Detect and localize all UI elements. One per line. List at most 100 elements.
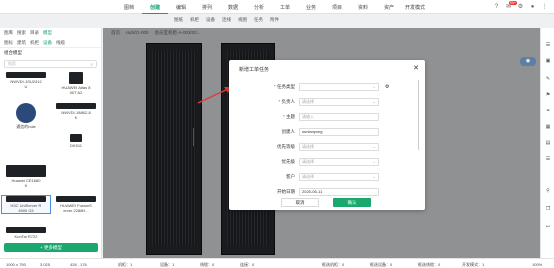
model-item[interactable]: Huawei CE1680 K [2, 165, 50, 188]
chevron-down-icon: ⌄ [372, 159, 376, 164]
gear-icon[interactable]: ⚙ [385, 84, 389, 90]
toolbar: 图纸 机柜 设备 连线 视图 任务 附件 [174, 14, 279, 25]
model-item[interactable]: NWVDI-18862-8 K [52, 103, 100, 120]
toolbar-item[interactable]: 图纸 [174, 17, 183, 23]
menu-item[interactable]: 图档 [116, 4, 142, 14]
model-item[interactable] [52, 165, 100, 166]
form-row: * 任务类型 ⌄ ⚙ [229, 82, 425, 91]
model-thumbnail [6, 165, 46, 177]
notification-icon[interactable]: ✉ 99+ [505, 1, 517, 10]
model-thumbnail [56, 103, 96, 109]
dialog-scrollbar[interactable] [417, 80, 419, 150]
tab-item[interactable]: 图库 [4, 30, 13, 36]
confirm-button[interactable]: 确认 [333, 198, 371, 207]
menu-item[interactable]: 排列 [194, 4, 220, 14]
model-thumbnail [6, 227, 46, 233]
menu-item[interactable]: 分析 [246, 4, 272, 14]
menu-item[interactable]: 工单 [272, 4, 298, 14]
menu-item[interactable]: 开发模式 [402, 4, 428, 14]
search-placeholder: 搜索 [8, 61, 16, 66]
edit-icon[interactable]: ✎ [545, 76, 551, 82]
user-icon[interactable]: ● [529, 3, 536, 10]
toolbar-item[interactable]: 连线 [222, 17, 231, 23]
view-icon[interactable]: ▣ [545, 58, 551, 64]
eye-icon[interactable]: ◉ [520, 57, 536, 66]
model-item[interactable]: H3C UniServer R 4900 G3 [1, 195, 51, 214]
toolbar-item[interactable]: 任务 [254, 17, 263, 23]
model-item[interactable] [2, 134, 50, 135]
model-thumbnail [6, 196, 46, 202]
model-label: NWVDI-1SU2412 U [10, 79, 42, 89]
model-item[interactable]: HUAWEI Atlas 8 00T A2 [52, 72, 100, 95]
chart-icon[interactable]: ▤ [545, 140, 551, 146]
tab-item[interactable]: 图标 [4, 40, 13, 46]
add-model-button[interactable]: + 更多模型 [4, 243, 98, 252]
tab-item[interactable]: 建筑 [17, 40, 26, 46]
tab-item[interactable]: 目录 [30, 30, 39, 36]
chevron-down-icon: ⌄ [372, 99, 376, 104]
zoom-level: 100% [532, 262, 543, 267]
model-item[interactable]: HUAWEI FusionS erver 2288H... [52, 196, 100, 213]
model-search-input[interactable]: 搜索 ⚲ [4, 60, 97, 68]
field-input[interactable]: 请输入 [299, 112, 379, 121]
toolbar-item[interactable]: 视图 [238, 17, 247, 23]
tab-item[interactable]: 线缆 [56, 40, 65, 46]
field-select[interactable]: 请选择 ⌄ [299, 142, 379, 151]
menu-item[interactable]: 数据 [220, 4, 246, 14]
toolbar-item[interactable]: 设备 [206, 17, 215, 23]
menu-item[interactable]: 资料 [350, 4, 376, 14]
model-thumbnail [6, 72, 46, 78]
layers-icon[interactable]: ☰ [545, 42, 551, 48]
tab-item[interactable]: 机柜 [30, 40, 39, 46]
device-count: 设备：1 [160, 262, 175, 267]
model-item[interactable]: DK511 [52, 134, 100, 148]
selected-device-count: 框选设备：0 [370, 262, 393, 267]
left-panel: 图库 搜索 目录 模型 图标 建筑 机柜 设备 线缆 组合模型 搜索 ⚲ NWVDI-1SU2… [0, 28, 102, 258]
field-label: * 负责人 [278, 98, 295, 104]
model-thumbnail [70, 134, 82, 142]
settings-icon[interactable]: ⚙ [517, 3, 524, 10]
grid-icon[interactable]: ▦ [545, 124, 551, 130]
more-icon[interactable]: ⋮ [541, 3, 548, 10]
model-label: NWVDI-18862-8 K [61, 110, 91, 120]
share-icon[interactable]: ↩ [545, 224, 551, 230]
field-select[interactable]: 请选择 ⌄ [299, 97, 379, 106]
search-icon[interactable]: ⚲ [545, 188, 551, 194]
tab-item[interactable]: 模型 [43, 30, 52, 36]
field-select[interactable]: 请选择 ⌄ [299, 172, 379, 181]
help-icon[interactable]: ? [493, 3, 500, 10]
close-icon[interactable]: ✕ [413, 64, 419, 72]
tab-item[interactable]: 设备 [43, 40, 52, 46]
model-item[interactable]: 通信的hole [2, 103, 50, 129]
menu-item[interactable]: 资产 [376, 4, 402, 14]
flag-icon[interactable]: ⚑ [545, 92, 551, 98]
cancel-button[interactable]: 取消 [281, 198, 319, 207]
model-thumbnail [16, 103, 36, 123]
toolbar-item[interactable]: 机柜 [190, 17, 199, 23]
tab-item[interactable]: 搜索 [17, 30, 26, 36]
copy-icon[interactable]: ❐ [545, 206, 551, 212]
model-label: H3C UniServer R 4900 G3 [10, 203, 42, 213]
model-item[interactable]: KunTai R722 [2, 227, 50, 239]
field-select[interactable]: ⌄ [299, 82, 379, 91]
menu-item[interactable]: 创建 [142, 4, 168, 14]
toolbar-item[interactable]: 附件 [270, 17, 279, 23]
model-item[interactable]: NWVDI-1SU2412 U [2, 72, 50, 89]
field-input[interactable]: 2025-06-11 [299, 187, 379, 196]
menu-item[interactable]: 编辑 [168, 4, 194, 14]
field-label: 客户 [286, 173, 295, 179]
dev-mode-status: 开发模式：1 [462, 262, 485, 267]
model-label: KunTai R722 [14, 234, 38, 239]
cable-count: 线缆：0 [200, 262, 215, 267]
model-thumbnail [69, 72, 83, 84]
menu-item[interactable]: 业务 [298, 4, 324, 14]
list-icon[interactable]: ☰ [545, 156, 551, 162]
form-row: 开始日期 2025-06-11 [229, 187, 425, 196]
status-bar: 1000 x 750 3.025 426 , 176 机柜：1 设备：1 线缆：… [0, 258, 554, 268]
menu-item[interactable]: 项目 [324, 4, 350, 14]
field-select[interactable]: 请选择 ⌄ [299, 157, 379, 166]
field-input[interactable]: sunlanyong [299, 127, 379, 136]
form-row: * 负责人 请选择 ⌄ [229, 97, 425, 106]
link-icon[interactable]: ⚭ [545, 108, 551, 114]
field-label: * 主题 [282, 113, 295, 119]
